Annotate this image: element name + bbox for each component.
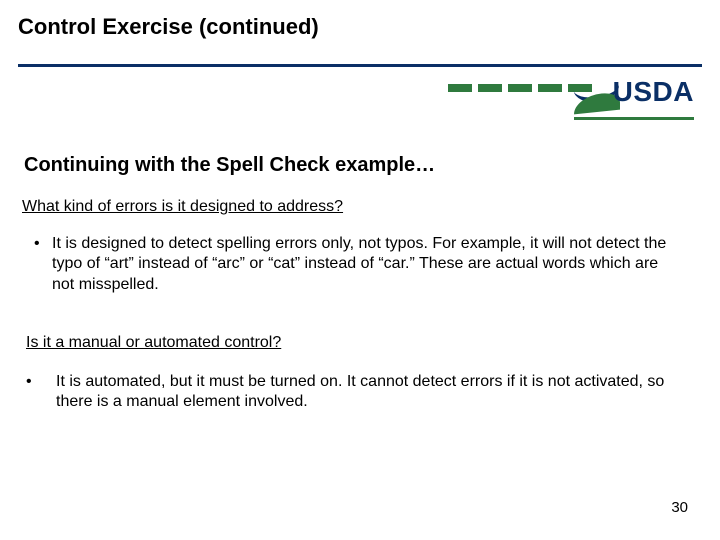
- bullet-2: • It is automated, but it must be turned…: [26, 372, 682, 413]
- page-number: 30: [671, 499, 688, 516]
- slide: Control Exercise (continued) USDA Contin…: [0, 0, 720, 540]
- logo-text: USDA: [613, 76, 694, 108]
- usda-logo: USDA: [574, 76, 694, 122]
- slide-subtitle: Continuing with the Spell Check example…: [24, 154, 435, 177]
- dash-icon: [538, 84, 562, 92]
- accent-dashes: [448, 84, 592, 92]
- bullet-1: • It is designed to detect spelling erro…: [34, 234, 682, 295]
- question-1: What kind of errors is it designed to ad…: [22, 198, 343, 216]
- title-divider: [18, 64, 702, 67]
- bullet-2-text: It is automated, but it must be turned o…: [56, 372, 682, 413]
- bullet-marker-icon: •: [26, 372, 56, 413]
- dash-icon: [448, 84, 472, 92]
- dash-icon: [508, 84, 532, 92]
- bullet-marker-icon: •: [34, 234, 52, 295]
- bullet-1-text: It is designed to detect spelling errors…: [52, 234, 682, 295]
- slide-title: Control Exercise (continued): [18, 14, 319, 40]
- logo-underline: [574, 117, 694, 120]
- question-2: Is it a manual or automated control?: [26, 334, 281, 352]
- dash-icon: [478, 84, 502, 92]
